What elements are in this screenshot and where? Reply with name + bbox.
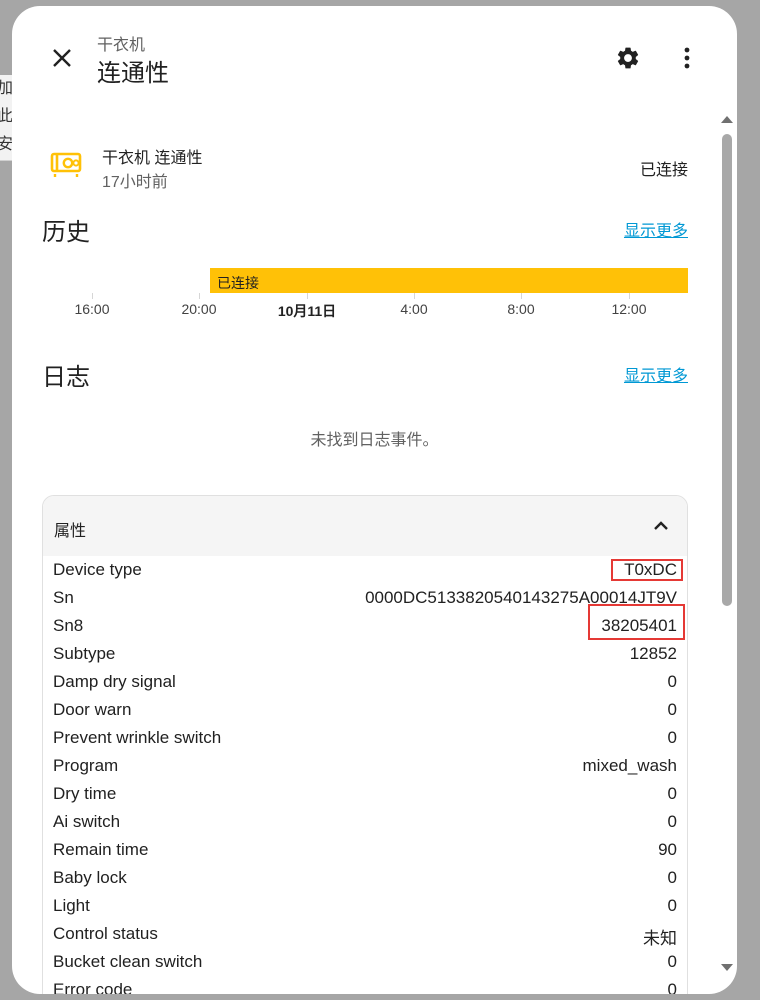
- close-icon: [53, 49, 71, 67]
- attribute-row: Error code 0: [43, 976, 687, 994]
- attribute-row: Dry time 0: [43, 780, 687, 808]
- attribute-key: Prevent wrinkle switch: [53, 728, 222, 747]
- chevron-up-icon: [654, 521, 668, 530]
- attribute-row: Device type T0xDC: [43, 556, 687, 584]
- entity-state: 已连接: [639, 162, 688, 179]
- attribute-key: Sn8: [53, 616, 84, 635]
- timeline-tick-label: 10月11日: [277, 303, 337, 319]
- attribute-value: 0: [667, 868, 677, 887]
- timeline-tick-label: 20:00: [181, 301, 217, 317]
- attribute-value: mixed_wash: [582, 756, 678, 775]
- dialog-header: 干衣机 连通性: [12, 6, 737, 106]
- attribute-key: Device type: [53, 560, 142, 579]
- highlight-box-device-type: [611, 559, 683, 581]
- attribute-key: Light: [53, 896, 90, 915]
- entity-row[interactable]: 干衣机 连通性 17小时前 已连接: [42, 134, 688, 194]
- timeline-tick-label: 8:00: [507, 301, 535, 317]
- timeline-bar-label: 已连接: [217, 275, 259, 291]
- attribute-value: 0: [667, 700, 677, 719]
- gear-icon: [617, 47, 639, 69]
- attribute-value: 0: [667, 896, 677, 915]
- dryer-icon: [50, 152, 82, 177]
- timeline-tick: [414, 293, 415, 299]
- close-button[interactable]: [42, 38, 82, 78]
- timeline-tick-label: 4:00: [400, 301, 428, 317]
- history-show-more-link[interactable]: 显示更多: [624, 217, 688, 241]
- attributes-header[interactable]: 属性: [43, 496, 687, 556]
- attributes-title: 属性: [54, 523, 87, 540]
- attribute-key: Door warn: [53, 700, 132, 719]
- timeline-tick: [521, 293, 522, 299]
- entity-name: 干衣机 连通性: [102, 150, 203, 167]
- attribute-key: Sn: [53, 588, 74, 607]
- attribute-value: 12852: [629, 644, 677, 663]
- logbook-show-more-link[interactable]: 显示更多: [624, 362, 688, 386]
- attribute-value: 0: [667, 812, 677, 831]
- attribute-row: Bucket clean switch 0: [43, 948, 687, 976]
- attribute-row: Door warn 0: [43, 696, 687, 724]
- attribute-key: Ai switch: [53, 812, 121, 831]
- timeline-tick-label: 16:00: [74, 301, 110, 317]
- timeline-tick: [629, 293, 630, 299]
- more-options-button[interactable]: [667, 38, 707, 78]
- dialog-subtitle: 干衣机: [97, 37, 146, 54]
- timeline-tick: [92, 293, 93, 299]
- attribute-key: Baby lock: [53, 868, 127, 887]
- attribute-key: Remain time: [53, 840, 149, 859]
- attribute-value: 0: [667, 980, 677, 994]
- timeline-tick: [307, 293, 308, 299]
- attribute-value: 未知: [643, 929, 677, 948]
- scrollbar-thumb[interactable]: [722, 134, 732, 606]
- attribute-value: 0: [667, 672, 677, 691]
- attributes-panel: 属性 Device type T0xDC Sn 0000DC5133820540…: [42, 495, 688, 994]
- attribute-key: Dry time: [53, 784, 117, 803]
- entity-last-changed: 17小时前: [102, 174, 168, 191]
- timeline-tick: [199, 293, 200, 299]
- logbook-empty-text: 未找到日志事件。: [310, 432, 439, 449]
- dialog-content: 干衣机 连通性 17小时前 已连接 历史 显示更多 已连接 16:00 20:0…: [12, 106, 737, 994]
- attribute-row: Program mixed_wash: [43, 752, 687, 780]
- settings-button[interactable]: [608, 38, 648, 78]
- scroll-down-arrow-icon[interactable]: [721, 964, 733, 971]
- attribute-value: 0: [667, 784, 677, 803]
- logbook-title: 日志: [42, 364, 90, 391]
- attribute-value: 90: [658, 840, 677, 859]
- history-timeline-bar[interactable]: 已连接: [210, 268, 688, 293]
- history-title: 历史: [42, 219, 90, 246]
- attribute-row: Control status 未知: [43, 920, 687, 948]
- scrollbar[interactable]: [718, 106, 736, 986]
- attribute-key: Damp dry signal: [53, 672, 176, 691]
- attribute-key: Program: [53, 756, 119, 775]
- more-vert-icon: [684, 47, 690, 69]
- dialog-title: 连通性: [97, 60, 169, 87]
- attribute-key: Bucket clean switch: [53, 952, 203, 971]
- attribute-value: 0: [667, 952, 677, 971]
- attribute-row: Ai switch 0: [43, 808, 687, 836]
- more-info-dialog: 干衣机 连通性 干衣机 连通性 17小时前 已连接 历史 显示更多 已连接 16…: [12, 6, 737, 994]
- attribute-row: Baby lock 0: [43, 864, 687, 892]
- attribute-row: Remain time 90: [43, 836, 687, 864]
- attribute-row: Subtype 12852: [43, 640, 687, 668]
- scroll-up-arrow-icon[interactable]: [721, 116, 733, 123]
- highlight-box-sn8: [588, 604, 685, 640]
- attribute-key: Error code: [53, 980, 133, 994]
- attribute-key: Control status: [53, 924, 158, 943]
- attribute-key: Subtype: [53, 644, 116, 663]
- attribute-row: Light 0: [43, 892, 687, 920]
- attribute-row: Damp dry signal 0: [43, 668, 687, 696]
- timeline-tick-label: 12:00: [611, 301, 647, 317]
- attribute-value: 0: [667, 728, 677, 747]
- attribute-row: Prevent wrinkle switch 0: [43, 724, 687, 752]
